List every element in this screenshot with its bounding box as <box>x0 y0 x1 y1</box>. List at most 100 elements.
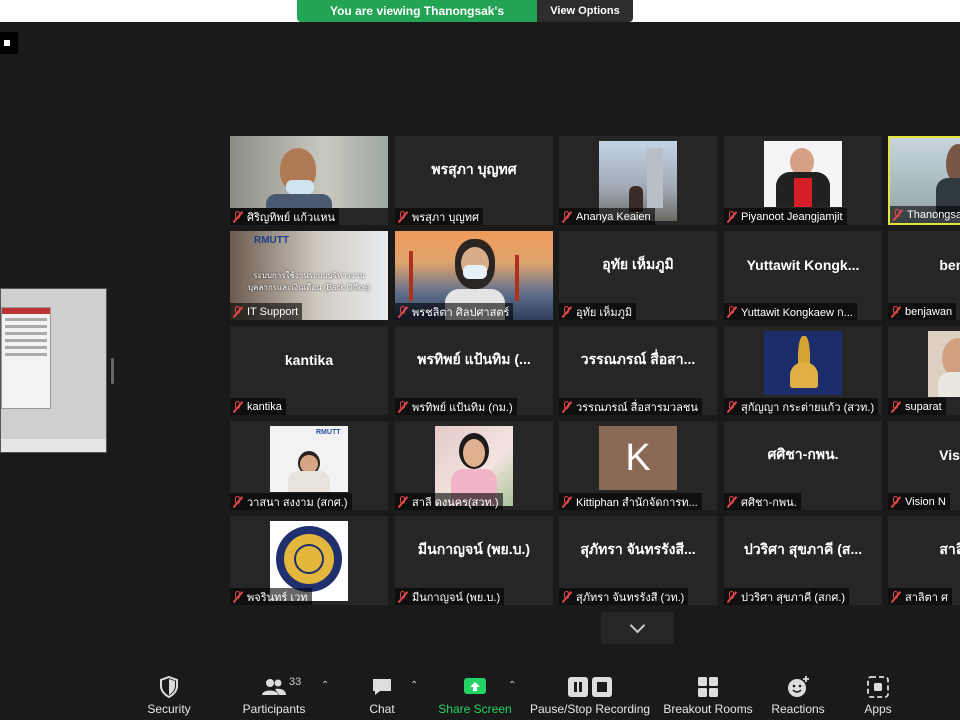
muted-microphone-icon <box>890 495 902 508</box>
slide-logo: RMUTT <box>316 429 341 436</box>
participant-nameplate: สาลี ดงนคร(สวท.) <box>395 493 503 510</box>
participant-nameplate: IT Support <box>230 303 303 320</box>
split-resize-handle[interactable] <box>111 358 114 384</box>
muted-microphone-icon <box>232 305 244 318</box>
participant-tile[interactable]: RMUTT วาสนา สงงาม (สกศ.) <box>230 421 388 510</box>
participant-tile[interactable]: ศิริญทิพย์ แก้วแหน <box>230 136 388 225</box>
participants-button[interactable]: Participants 33 <box>238 660 310 720</box>
chat-button[interactable]: Chat <box>362 660 402 720</box>
participant-name: สาลี ดงนคร(สวท.) <box>412 496 499 509</box>
screen-share-banner: You are viewing Thanongsak's screen View… <box>297 0 633 22</box>
participant-display-name: พรสุภา บุญทศ <box>431 161 517 177</box>
share-screen-label: Share Screen <box>438 702 512 716</box>
participant-tile[interactable]: วรรณภรณ์ สื่อสา... วรรณภรณ์ สื่อสารมวลชน <box>559 326 717 415</box>
muted-microphone-icon <box>561 590 573 603</box>
participants-label: Participants <box>242 702 306 716</box>
participant-tile[interactable]: Vision N Vision N <box>888 421 960 510</box>
muted-microphone-icon <box>397 495 409 508</box>
share-screen-button[interactable]: Share Screen <box>438 660 512 720</box>
muted-microphone-icon <box>561 305 573 318</box>
participant-tile[interactable]: สุกัญญา กระต่ายแก้ว (สวท.) <box>724 326 882 415</box>
participant-name: Ananya Keaien <box>576 210 651 223</box>
participant-nameplate: kantika <box>230 398 286 415</box>
participant-tile[interactable]: RMUTT ระบบการใช้งานระบบบริหารงาน บุคลากรแล… <box>230 231 388 320</box>
participant-name: benjawan <box>905 305 953 318</box>
participant-name: วาสนา สงงาม (สกศ.) <box>247 496 348 509</box>
muted-microphone-icon <box>726 590 738 603</box>
participant-tile[interactable]: มีนกาญจน์ (พย.บ.) มีนกาญจน์ (พย.บ.) <box>395 516 553 605</box>
participant-tile[interactable]: พจรินทร์ เวท <box>230 516 388 605</box>
participant-tile[interactable]: พรทิพย์ แป้นทิม (... พรทิพย์ แป้นทิม (กม.… <box>395 326 553 415</box>
muted-microphone-icon <box>397 210 409 223</box>
participant-tile[interactable]: Yuttawit Kongk... Yuttawit Kongkaew ก... <box>724 231 882 320</box>
participant-tile[interactable]: สาลี ดงนคร(สวท.) <box>395 421 553 510</box>
participant-tile[interactable]: suparat <box>888 326 960 415</box>
participant-tile[interactable]: K Kittiphan สำนักจัดการท... <box>559 421 717 510</box>
muted-microphone-icon <box>561 495 573 508</box>
participant-tile[interactable]: ศศิชา-กพน. ศศิชา-กพน. <box>724 421 882 510</box>
muted-microphone-icon <box>726 305 738 318</box>
muted-microphone-icon <box>726 495 738 508</box>
participant-display-name: ศศิชา-กพน. <box>767 446 839 462</box>
pause-stop-recording-button[interactable]: Pause/Stop Recording <box>530 660 650 720</box>
muted-microphone-icon <box>892 208 904 221</box>
viewing-screen-label: You are viewing Thanongsak's screen <box>297 0 537 22</box>
shared-screen-thumbnail[interactable] <box>0 288 107 453</box>
participant-tile[interactable]: พรชลิตา ศิลปศาสตร์ <box>395 231 553 320</box>
participant-tile[interactable]: สาลิตา คสาลิตา ศ <box>888 516 960 605</box>
muted-microphone-icon <box>561 400 573 413</box>
meeting-toolbar: Security Participants 33 ⌃ Chat ⌃ Share … <box>0 660 960 720</box>
participant-name: พรทิพย์ แป้นทิม (กม.) <box>412 401 513 414</box>
participant-name: สุภัทรา จันทรรังสี (วท.) <box>576 591 685 604</box>
view-options-button[interactable]: View Options⌄ <box>537 0 633 22</box>
participant-tile[interactable]: Piyanoot Jeangjamjit <box>724 136 882 225</box>
security-button[interactable]: Security <box>140 660 198 720</box>
participant-display-name: สาลิตา ค <box>939 541 960 557</box>
participant-display-name: Yuttawit Kongk... <box>746 257 860 273</box>
participant-name: สุกัญญา กระต่ายแก้ว (สวท.) <box>741 401 875 414</box>
breakout-rooms-icon <box>698 677 718 697</box>
chat-caret-icon[interactable]: ⌃ <box>410 680 418 691</box>
participant-name: suparat <box>905 400 942 413</box>
muted-microphone-icon <box>397 590 409 603</box>
participants-count: 33 <box>289 676 302 688</box>
participant-tile[interactable]: Thanongsak <box>888 136 960 225</box>
participant-tile[interactable]: สุภัทรา จันทรรังสี... สุภัทรา จันทรรังสี … <box>559 516 717 605</box>
apps-button[interactable]: Apps <box>858 660 898 720</box>
participant-tile[interactable]: Ananya Keaien <box>559 136 717 225</box>
participant-name: ศิริญทิพย์ แก้วแหน <box>247 211 336 224</box>
participant-name: พจรินทร์ เวท <box>247 591 308 604</box>
participants-caret-icon[interactable]: ⌃ <box>321 680 329 691</box>
muted-microphone-icon <box>726 210 738 223</box>
muted-microphone-icon <box>890 400 902 413</box>
participant-display-name: พรทิพย์ แป้นทิม (... <box>417 351 531 367</box>
participant-name: Piyanoot Jeangjamjit <box>741 210 843 223</box>
participant-nameplate: พจรินทร์ เวท <box>230 588 312 605</box>
participant-name: มีนกาญจน์ (พย.บ.) <box>412 591 501 604</box>
participant-tile[interactable]: พรสุภา บุญทศ พรสุภา บุญทศ <box>395 136 553 225</box>
share-caret-icon[interactable]: ⌃ <box>508 680 516 691</box>
participant-name: พรชลิตา ศิลปศาสตร์ <box>412 306 510 319</box>
breakout-rooms-button[interactable]: Breakout Rooms <box>663 660 753 720</box>
participant-nameplate: อุทัย เห็มภูมิ <box>559 303 637 320</box>
apps-label: Apps <box>864 702 892 716</box>
muted-microphone-icon <box>232 210 244 223</box>
muted-microphone-icon <box>397 305 409 318</box>
muted-microphone-icon <box>561 210 573 223</box>
reactions-button[interactable]: Reactions <box>770 660 826 720</box>
participant-name: IT Support <box>247 305 299 318</box>
participant-nameplate: สุกัญญา กระต่ายแก้ว (สวท.) <box>724 398 879 415</box>
participant-nameplate: พรชลิตา ศิลปศาสตร์ <box>395 303 514 320</box>
shield-icon <box>160 675 178 699</box>
participant-tile[interactable]: benjawa benjawan <box>888 231 960 320</box>
muted-microphone-icon <box>232 400 244 413</box>
participant-tile[interactable]: ปวริศา สุขภาคี (ส... ปวริศา สุขภาคี (สกศ.… <box>724 516 882 605</box>
window-menu-button[interactable] <box>0 32 18 54</box>
participant-tile[interactable]: อุทัย เห็มภูมิ อุทัย เห็มภูมิ <box>559 231 717 320</box>
participant-name: สาลิตา ศ <box>905 591 948 604</box>
people-icon <box>262 679 286 695</box>
gallery-scroll-down-button[interactable] <box>601 612 674 644</box>
participant-nameplate: พรทิพย์ แป้นทิม (กม.) <box>395 398 517 415</box>
participant-tile[interactable]: kantika kantika <box>230 326 388 415</box>
participant-nameplate: suparat <box>888 398 946 415</box>
